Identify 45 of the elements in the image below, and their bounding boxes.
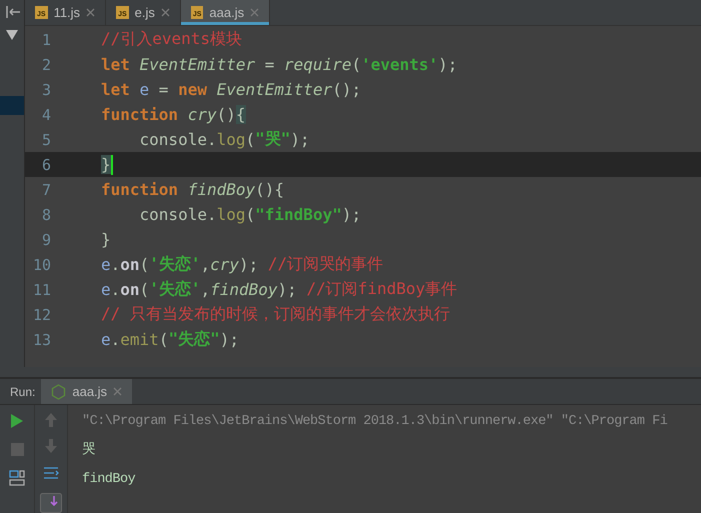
code-line: e.on('失恋',findBoy); //订阅findBoy事件 bbox=[100, 278, 458, 301]
console-line: findBoy bbox=[82, 471, 136, 489]
line-number: 1 bbox=[40, 30, 51, 50]
down-arrow-icon[interactable] bbox=[45, 439, 57, 453]
collapse-icon[interactable] bbox=[6, 6, 20, 18]
run-tab[interactable]: aaa.js bbox=[41, 379, 132, 404]
close-icon[interactable] bbox=[86, 8, 96, 17]
code-line: console.log("哭"); bbox=[138, 128, 311, 151]
line-number: 7 bbox=[40, 180, 51, 200]
line-number: 5 bbox=[40, 130, 51, 150]
line-number: 3 bbox=[40, 80, 51, 100]
line-number: 11 bbox=[32, 280, 51, 300]
line-number: 6 bbox=[25, 152, 51, 177]
code-line: // 只有当发布的时候，订阅的事件才会依次执行 bbox=[100, 303, 451, 325]
up-arrow-icon[interactable] bbox=[45, 413, 57, 427]
dropdown-triangle-icon[interactable] bbox=[6, 30, 18, 40]
line-number: 10 bbox=[32, 254, 51, 276]
code-line: } bbox=[100, 229, 112, 251]
code-line: function cry(){ bbox=[100, 104, 247, 126]
line-number: 4 bbox=[40, 104, 51, 126]
scroll-to-end-icon[interactable] bbox=[40, 493, 62, 513]
console-line: 哭 bbox=[82, 442, 96, 460]
stop-icon[interactable] bbox=[10, 443, 24, 456]
console-line: "C:\Program Files\JetBrains\WebStorm 2018.1.3\bin\runnerw.exe" "C:\Program Fi bbox=[82, 413, 668, 431]
code-line: console.log("findBoy"); bbox=[138, 204, 362, 226]
code-line: function findBoy(){ bbox=[100, 179, 286, 201]
run-icon[interactable] bbox=[10, 413, 24, 429]
line-number: 12 bbox=[32, 304, 51, 326]
soft-wrap-icon[interactable] bbox=[43, 465, 59, 481]
code-line: e.on('失恋',cry); //订阅哭的事件 bbox=[100, 253, 384, 276]
close-icon bbox=[113, 387, 122, 396]
close-icon[interactable] bbox=[250, 8, 260, 17]
close-icon[interactable] bbox=[160, 8, 170, 17]
line-number: 8 bbox=[40, 204, 51, 226]
code-line: //引入events模块 bbox=[100, 28, 244, 50]
line-number: 9 bbox=[40, 230, 51, 250]
code-line: e.emit("失恋"); bbox=[100, 328, 240, 351]
sidebar-selection bbox=[0, 96, 24, 115]
line-number: 2 bbox=[40, 54, 51, 76]
run-label: Run: bbox=[9, 384, 36, 398]
code-line: let EventEmitter = require('events'); bbox=[100, 54, 458, 76]
layout-icon[interactable] bbox=[9, 470, 25, 486]
code-line: let e = new EventEmitter(); bbox=[100, 79, 362, 101]
line-number: 13 bbox=[32, 330, 51, 350]
nodejs-hexagon-icon bbox=[51, 384, 66, 400]
